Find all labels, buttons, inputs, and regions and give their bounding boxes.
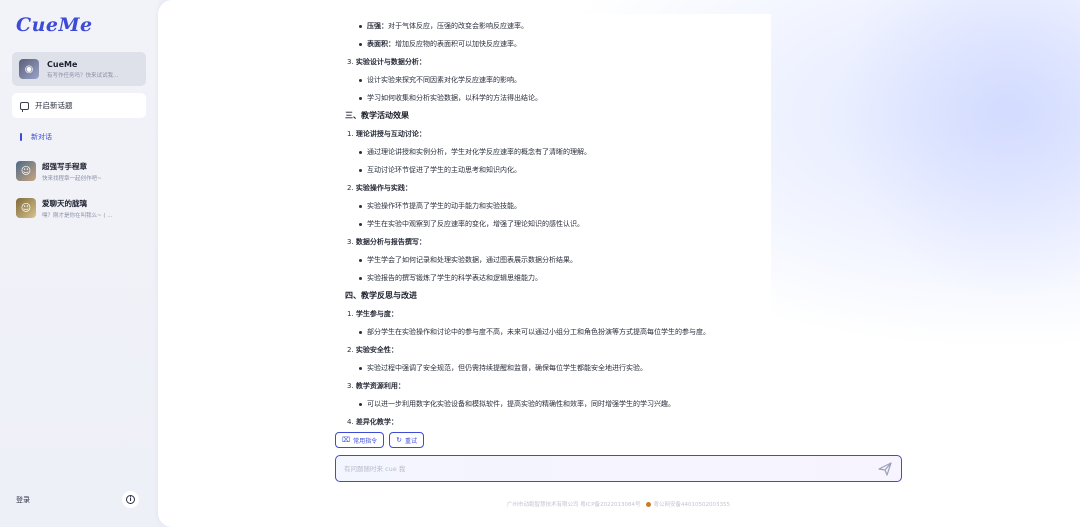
bullet-text: 学生在实验中观察到了反应速率的变化，增强了理论知识的感性认识。 [367, 220, 584, 228]
chat-subtitle: 快来找程章一起创作吧~ [42, 175, 102, 182]
item-heading: 数据分析与报告撰写： [355, 238, 426, 246]
info-button[interactable]: i [122, 491, 139, 508]
chat-title: 爱聊天的胧璃 [42, 198, 87, 208]
bullet-item: 设计实验来探究不同因素对化学反应速率的影响。 [345, 71, 761, 89]
bullet-text: 学习如何收集和分析实验数据，以科学的方法得出结论。 [367, 94, 542, 102]
bullet-text: 实验过程中强调了安全规范，但仍需持续提醒和监督，确保每位学生都能安全地进行实验。 [367, 364, 647, 372]
item-heading: 差异化教学： [355, 418, 398, 426]
agent-card-cueme[interactable]: ◉ CueMe 有写作任务吗？快来试试我... [12, 52, 146, 86]
agent-name: CueMe [47, 59, 78, 69]
item-heading: 理论讲授与互动讨论： [355, 130, 426, 138]
bullet-item: 实验操作环节提高了学生的动手能力和实验技能。 [345, 197, 761, 215]
numbered-item: 1. 理论讲授与互动讨论： [345, 125, 761, 143]
command-icon: ⌧ [342, 436, 351, 444]
chat-input[interactable] [344, 462, 864, 475]
active-indicator [20, 133, 22, 141]
bullet-text: 部分学生在实验操作和讨论中的参与度不高，未来可以通过小组分工和角色扮演等方式提高… [367, 328, 710, 336]
numbered-item: 3. 实验设计与数据分析： [345, 53, 761, 71]
item-heading: 学生参与度： [355, 310, 398, 318]
message-actions: ⌧ 常用指令 ↻ 重试 [335, 432, 424, 448]
chat-avatar: ☺ [16, 198, 36, 218]
bullet-item: 互动讨论环节促进了学生的主动思考和知识内化。 [345, 161, 761, 179]
app-logo[interactable]: CueMe [16, 14, 93, 36]
chat-title: 超强写手程章 [42, 161, 87, 171]
sidebar: CueMe ◉ CueMe 有写作任务吗？快来试试我... 开启新话题 新对话 … [0, 0, 158, 527]
item-heading: 实验操作与实践： [355, 184, 412, 192]
police-badge-icon [645, 502, 651, 507]
item-number: 3. [347, 382, 356, 390]
item-number: 3. [347, 238, 356, 246]
numbered-item: 3. 数据分析与报告撰写： [345, 233, 761, 251]
numbered-item: 3. 教学资源利用： [345, 377, 761, 395]
section-heading: 三、教学活动效果 [345, 111, 409, 120]
item-heading: 实验设计与数据分析： [355, 58, 426, 66]
chat-subtitle: 嘿？刚才是你在叫我么~ ( ... [42, 212, 113, 219]
bullet-item: 学习如何收集和分析实验数据，以科学的方法得出结论。 [345, 89, 761, 107]
numbered-item: 1. 学生参与度： [345, 305, 761, 323]
common-commands-button[interactable]: ⌧ 常用指令 [335, 432, 385, 448]
chat-item-writer[interactable]: ☺ 超强写手程章 快来找程章一起创作吧~ [16, 158, 150, 184]
bullet-heading: 表面积： [367, 40, 395, 48]
footer-company: 广州市动跑智慧技术有限公司 粤ICP备2022013084号 [506, 502, 641, 508]
footer: 广州市动跑智慧技术有限公司 粤ICP备2022013084号 粤公网安备44010… [335, 500, 902, 508]
bullet-text: 对于气体反应，压强的改变会影响反应速率。 [388, 22, 528, 30]
bullet-item: 压强：对于气体反应，压强的改变会影响反应速率。 [345, 17, 761, 35]
new-topic-button[interactable]: 开启新话题 [12, 93, 146, 118]
agent-avatar: ◉ [19, 59, 39, 79]
retry-button[interactable]: ↻ 重试 [389, 432, 424, 448]
item-number: 2. [347, 346, 356, 354]
bullet-item: 表面积：增加反应物的表面积可以加快反应速率。 [345, 35, 761, 53]
footer-police: 粤公网安备44010502003355 [653, 502, 731, 508]
send-icon[interactable] [877, 461, 893, 477]
bullet-item: 部分学生在实验操作和讨论中的参与度不高，未来可以通过小组分工和角色扮演等方式提高… [345, 323, 761, 341]
bullet-heading: 压强： [367, 22, 388, 30]
bullet-text: 学生学会了如何记录和处理实验数据，通过图表展示数据分析结果。 [367, 256, 577, 264]
item-number: 1. [347, 310, 356, 318]
bullet-text: 通过理论讲授和实例分析，学生对化学反应速率的概念有了清晰的理解。 [367, 148, 591, 156]
item-number: 2. [347, 184, 356, 192]
numbered-item: 2. 实验安全性： [345, 341, 761, 359]
item-heading: 教学资源利用： [355, 382, 405, 390]
bullet-item: 通过理论讲授和实例分析，学生对化学反应速率的概念有了清晰的理解。 [345, 143, 761, 161]
numbered-item: 2. 实验操作与实践： [345, 179, 761, 197]
bullet-text: 互动讨论环节促进了学生的主动思考和知识内化。 [367, 166, 521, 174]
bullet-text: 可以进一步利用数字化实验设备和模拟软件，提高实验的精确性和效率，同时增强学生的学… [367, 400, 675, 408]
item-heading: 实验安全性： [355, 346, 398, 354]
bullet-text: 实验操作环节提高了学生的动手能力和实验技能。 [367, 202, 521, 210]
common-commands-label: 常用指令 [353, 437, 378, 445]
numbered-item: 4. 差异化教学： [345, 413, 761, 427]
chat-input-box [335, 455, 902, 482]
chat-item-chatter[interactable]: ☺ 爱聊天的胧璃 嘿？刚才是你在叫我么~ ( ... [16, 195, 150, 221]
new-topic-label: 开启新话题 [35, 101, 73, 110]
bullet-text: 增加反应物的表面积可以加快反应速率。 [395, 40, 521, 48]
bullet-item: 实验报告的撰写锻炼了学生的科学表达和逻辑思维能力。 [345, 269, 761, 287]
login-link[interactable]: 登录 [16, 495, 30, 505]
item-number: 1. [347, 130, 356, 138]
bullet-text: 实验报告的撰写锻炼了学生的科学表达和逻辑思维能力。 [367, 274, 542, 282]
bullet-item: 学生在实验中观察到了反应速率的变化，增强了理论知识的感性认识。 [345, 215, 761, 233]
item-number: 3. [347, 58, 356, 66]
item-number: 4. [347, 418, 356, 426]
bullet-item: 实验过程中强调了安全规范，但仍需持续提醒和监督，确保每位学生都能安全地进行实验。 [345, 359, 761, 377]
chat-bubble-icon [20, 101, 29, 112]
section-new-chat[interactable]: 新对话 [20, 132, 52, 142]
chat-avatar: ☺ [16, 161, 36, 181]
section-label: 新对话 [31, 133, 52, 141]
bullet-item: 可以进一步利用数字化实验设备和模拟软件，提高实验的精确性和效率，同时增强学生的学… [345, 395, 761, 413]
section-heading: 四、教学反思与改进 [345, 291, 417, 300]
main-panel: 压强：对于气体反应，压强的改变会影响反应速率。 表面积：增加反应物的表面积可以加快… [158, 0, 1080, 527]
info-circle-icon: i [126, 495, 135, 504]
agent-subtitle: 有写作任务吗？快来试试我... [47, 72, 119, 79]
retry-label: 重试 [404, 437, 417, 445]
refresh-icon: ↻ [396, 436, 402, 444]
assistant-message: 压强：对于气体反应，压强的改变会影响反应速率。 表面积：增加反应物的表面积可以加快… [335, 14, 771, 427]
bullet-text: 设计实验来探究不同因素对化学反应速率的影响。 [367, 76, 521, 84]
bullet-item: 学生学会了如何记录和处理实验数据，通过图表展示数据分析结果。 [345, 251, 761, 269]
